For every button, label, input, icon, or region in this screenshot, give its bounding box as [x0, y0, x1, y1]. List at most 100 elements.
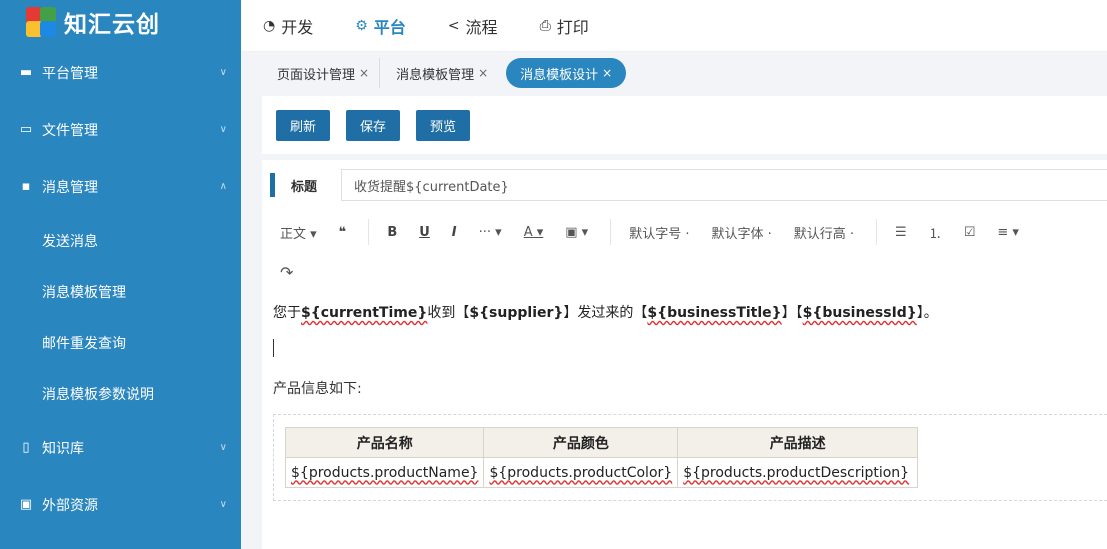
product-table[interactable]: 产品名称 产品颜色 产品描述 ${products.productName} $…: [284, 427, 919, 488]
sidebar-item-label: 消息管理: [42, 179, 98, 196]
brand-name: 知汇云创: [64, 12, 160, 38]
logo[interactable]: 知汇云创: [0, 0, 241, 44]
sidebar-item-label: 知识库: [42, 440, 84, 457]
template-variable: ${products.productDescription}: [683, 464, 910, 481]
message-icon: ▪: [21, 179, 31, 194]
text-segment: 】发过来的【: [563, 305, 648, 321]
text-segment: 您于: [273, 305, 301, 321]
top-tab-label: 打印: [556, 17, 589, 37]
sidebar-item-platform[interactable]: ▬ 平台管理 ∨: [0, 44, 241, 101]
toolbar-divider: [368, 219, 370, 245]
page-tabs: 页面设计管理 × 消息模板管理 × 消息模板设计 ×: [241, 52, 1107, 94]
table-cell[interactable]: ${products.productName}: [284, 457, 485, 488]
sidebar-subitem-mail-resend[interactable]: 邮件重发查询: [0, 317, 241, 368]
folder-icon: ▭: [19, 122, 33, 137]
paragraph-style-select[interactable]: 正文 ▾: [280, 223, 317, 242]
sidebar-item-knowledge[interactable]: ▯ 知识库 ∨: [0, 419, 241, 476]
monitor-icon: ▬: [19, 65, 33, 80]
title-accent-bar: [270, 173, 275, 197]
printer-icon: ⎙: [539, 17, 551, 34]
save-button[interactable]: 保存: [346, 109, 401, 141]
table-container: 产品名称 产品颜色 产品描述 ${products.productName} $…: [273, 414, 1107, 501]
font-family-select[interactable]: 默认字体 ·: [711, 223, 771, 242]
logo-icon: [24, 5, 58, 39]
close-icon[interactable]: ×: [602, 66, 612, 80]
template-variable: ${products.productColor}: [489, 464, 673, 481]
font-color-icon[interactable]: A ▾: [524, 225, 544, 240]
toolbar-divider: [876, 219, 878, 245]
top-tab-dev[interactable]: ◔ 开发: [263, 14, 313, 38]
sidebar-item-messages[interactable]: ▪ 消息管理 ∧: [0, 158, 241, 215]
close-icon[interactable]: ×: [478, 66, 488, 80]
page-tab-label: 页面设计管理: [277, 67, 356, 83]
content-paragraph: 您于${currentTime}收到【${supplier}】发过来的【${bu…: [273, 302, 1107, 324]
editor-content[interactable]: 您于${currentTime}收到【${supplier}】发过来的【${bu…: [262, 302, 1107, 501]
dev-icon: ◔: [263, 17, 276, 34]
table-header-row: 产品名称 产品颜色 产品描述: [284, 427, 919, 458]
page-tab-label: 消息模板设计: [520, 67, 599, 83]
sidebar-item-label: 平台管理: [42, 65, 98, 82]
top-tab-label: 开发: [281, 17, 314, 37]
content-paragraph: 产品信息如下:: [273, 381, 362, 397]
sidebar-item-label: 外部资源: [42, 497, 98, 514]
top-nav: ◔ 开发 ⚙ 平台 < 流程 ⎙ 打印: [241, 0, 1107, 52]
sidebar-subitem-template-params[interactable]: 消息模板参数说明: [0, 368, 241, 419]
text-caret: [273, 339, 274, 357]
template-variable: ${supplier}: [469, 305, 564, 321]
refresh-button[interactable]: 刷新: [276, 109, 331, 141]
template-variable: ${businessId}: [802, 305, 917, 321]
image-icon: ▣: [19, 497, 33, 512]
italic-icon[interactable]: I: [452, 225, 457, 240]
top-tab-label: 流程: [465, 17, 498, 37]
toolbar-divider: [610, 219, 612, 245]
underline-icon[interactable]: U: [419, 225, 430, 240]
editor-toolbar-row2: ↷: [262, 254, 1107, 290]
sidebar-item-external[interactable]: ▣ 外部资源 ∨: [0, 476, 241, 533]
top-tab-print[interactable]: ⎙ 打印: [540, 14, 589, 38]
share-icon: <: [447, 17, 460, 34]
title-input[interactable]: 收货提醒${currentDate}: [341, 169, 1107, 201]
action-toolbar: 刷新 保存 预览: [262, 96, 1107, 154]
more-format-icon[interactable]: ··· ▾: [479, 225, 502, 240]
template-variable: ${products.productName}: [291, 464, 479, 481]
sidebar-item-label: 文件管理: [42, 122, 98, 139]
align-icon[interactable]: ≡ ▾: [997, 225, 1019, 240]
close-icon[interactable]: ×: [359, 66, 369, 80]
template-variable: ${currentTime}: [301, 305, 428, 321]
chevron-up-icon: ∧: [219, 181, 227, 192]
template-variable: ${businessTitle}: [647, 305, 782, 321]
top-tab-platform[interactable]: ⚙ 平台: [355, 14, 406, 38]
font-size-select[interactable]: 默认字号 ·: [629, 223, 689, 242]
sidebar-subitem-send-message[interactable]: 发送消息: [0, 215, 241, 266]
table-cell[interactable]: ${products.productDescription}: [677, 457, 919, 488]
preview-button[interactable]: 预览: [416, 109, 471, 141]
title-label: 标题: [291, 179, 318, 195]
table-cell[interactable]: ${products.productColor}: [483, 457, 679, 488]
bold-icon[interactable]: B: [387, 225, 397, 240]
sidebar-item-files[interactable]: ▭ 文件管理 ∨: [0, 101, 241, 158]
bullet-list-icon[interactable]: ☰: [895, 225, 907, 240]
text-segment: 】。: [916, 305, 938, 321]
quote-icon[interactable]: ❝: [339, 225, 347, 240]
chevron-down-icon: ∨: [219, 499, 227, 510]
table-row: ${products.productName} ${products.produ…: [284, 457, 919, 488]
empty-line: [273, 330, 1107, 366]
line-height-select[interactable]: 默认行高 ·: [794, 223, 854, 242]
title-row: 标题 收货提醒${currentDate}: [262, 160, 1107, 210]
gear-icon: ⚙: [355, 17, 368, 34]
chevron-down-icon: ∨: [219, 67, 227, 78]
table-header: 产品名称: [284, 427, 485, 458]
numbered-list-icon[interactable]: ⒈: [929, 223, 942, 242]
page-tab-template-manage[interactable]: 消息模板管理 ×: [380, 58, 498, 88]
background-color-icon[interactable]: ▣ ▾: [565, 225, 588, 240]
table-header: 产品颜色: [483, 427, 679, 458]
page-tab-template-design[interactable]: 消息模板设计 ×: [506, 58, 627, 88]
page-tab-page-design[interactable]: 页面设计管理 ×: [267, 58, 381, 88]
sidebar-subitem-template-manage[interactable]: 消息模板管理: [0, 266, 241, 317]
todo-list-icon[interactable]: ☑: [964, 225, 976, 240]
sidebar: 知汇云创 ▬ 平台管理 ∨ ▭ 文件管理 ∨ ▪ 消息管理 ∧ 发送消息 消息模…: [0, 0, 241, 549]
top-tab-flow[interactable]: < 流程: [448, 14, 498, 38]
table-header: 产品描述: [677, 427, 919, 458]
redo-icon[interactable]: ↷: [280, 263, 293, 282]
text-segment: 收到【: [427, 305, 470, 321]
